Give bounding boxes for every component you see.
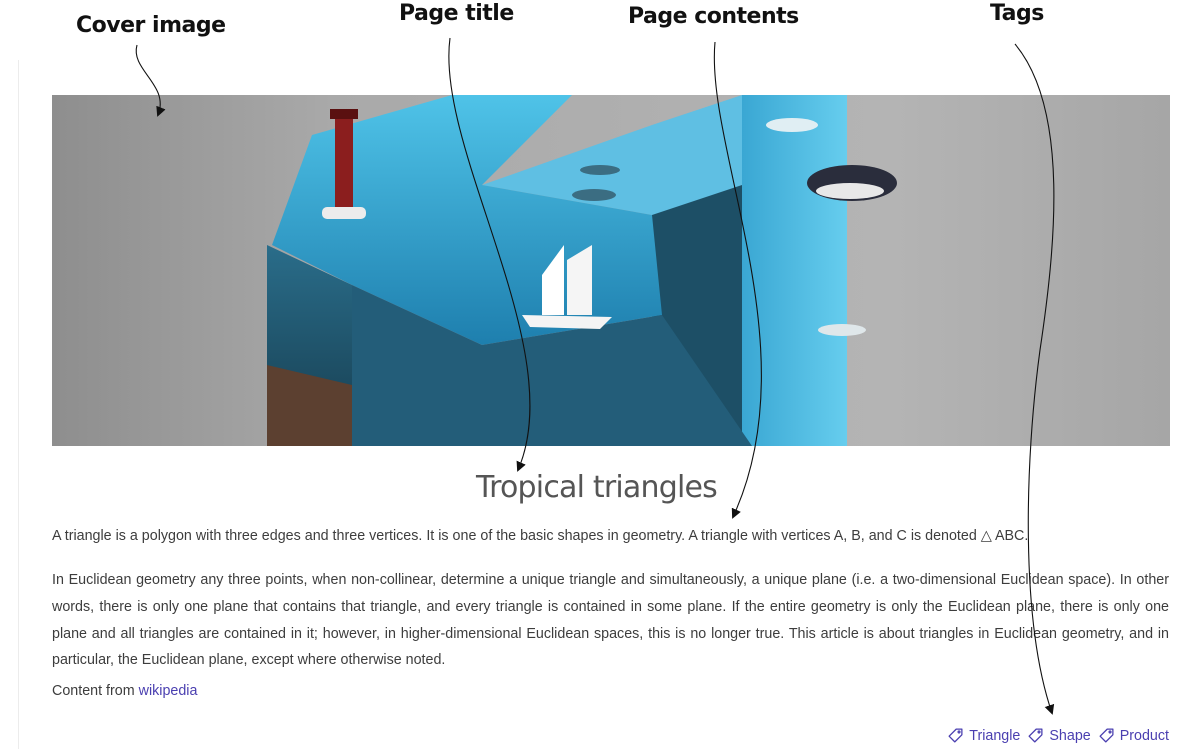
tag-product[interactable]: Product <box>1098 727 1169 744</box>
tag-icon <box>1028 728 1043 743</box>
annotation-page-title: Page title <box>399 1 514 26</box>
annotation-tags: Tags <box>990 1 1044 26</box>
paragraph-2: In Euclidean geometry any three points, … <box>52 572 1169 669</box>
cover-illustration <box>52 95 1170 446</box>
tag-shape[interactable]: Shape <box>1027 727 1091 744</box>
tag-label: Product <box>1119 727 1169 744</box>
tag-triangle[interactable]: Triangle <box>947 727 1020 744</box>
paragraph-1: A triangle is a polygon with three edges… <box>52 528 1029 544</box>
tag-icon <box>948 728 963 743</box>
tag-icon <box>1099 728 1114 743</box>
tag-label: Shape <box>1049 727 1091 744</box>
tag-list: Triangle Shape Product <box>947 727 1169 744</box>
tag-label: Triangle <box>969 727 1021 744</box>
content-source: Content from wikipedia <box>52 683 197 699</box>
wikipedia-link[interactable]: wikipedia <box>139 683 198 699</box>
cover-image[interactable] <box>52 95 1170 446</box>
annotation-page-contents: Page contents <box>628 4 799 29</box>
page-border <box>18 60 19 749</box>
source-prefix: Content from <box>52 683 135 699</box>
page-title: Tropical triangles <box>476 470 718 505</box>
annotation-cover-image: Cover image <box>76 13 226 38</box>
